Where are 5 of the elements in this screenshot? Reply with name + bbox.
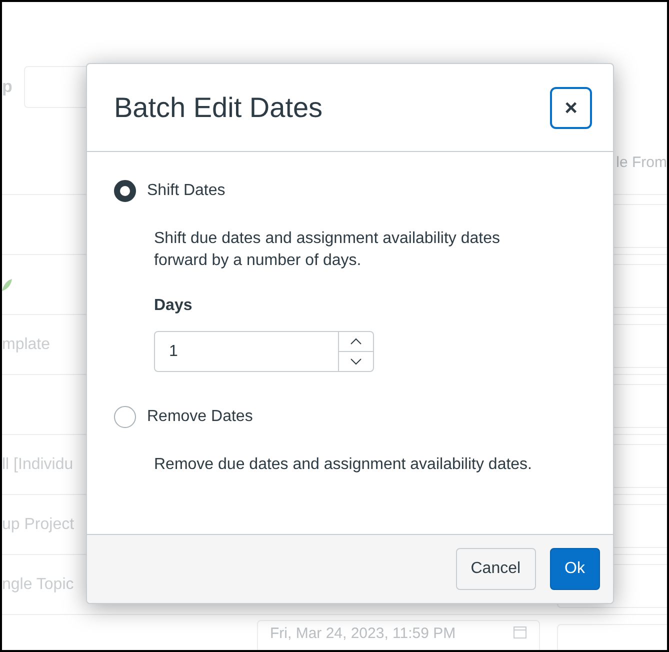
field-label: Days <box>154 296 194 316</box>
dialog-title: Batch Edit Dates <box>114 90 323 124</box>
column-header: le From <box>616 152 667 173</box>
option-description: Shift due dates and assignment availability dates forward by a number of days. <box>154 229 501 271</box>
option-description: Remove due dates and assignment availability dates. <box>154 455 533 475</box>
